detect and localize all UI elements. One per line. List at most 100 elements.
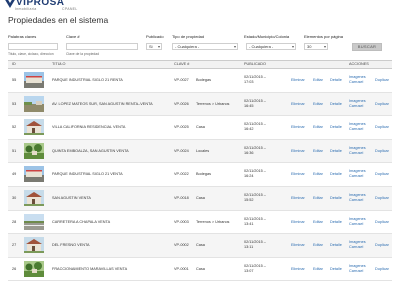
delete-link[interactable]: Eliminar (291, 149, 305, 153)
tipo-select[interactable]: - Cualquiera - ▾ (172, 43, 238, 50)
edit-link[interactable]: Editar (313, 125, 323, 129)
edit-link[interactable]: Editar (313, 220, 323, 224)
property-thumbnail[interactable] (24, 166, 44, 183)
edit-link[interactable]: Editar (313, 149, 323, 153)
images-link[interactable]: Imagenes (349, 75, 366, 79)
tipo-value: - Cualquiera - (175, 44, 200, 49)
duplicate-link[interactable]: Duplicar (375, 149, 389, 153)
row-title[interactable]: DEL FRESNO VENTA (52, 243, 90, 247)
row-title[interactable]: AV. LOPEZ MATEOS SUR, SAN AGUSTIN RENTA–… (52, 102, 153, 106)
edit-link[interactable]: Editar (313, 243, 323, 247)
duplicate-link[interactable]: Duplicar (375, 220, 389, 224)
row-title[interactable]: PARQUE INDUSTRIAL SIGLO 21 RENTA (52, 78, 123, 82)
row-clave: VP-0025 (174, 125, 189, 130)
row-title[interactable]: CARRETERA A CHAPALA VENTA (52, 220, 110, 224)
row-id: 52 (12, 125, 17, 130)
carousel-link[interactable]: Carrusel (349, 151, 363, 155)
search-button[interactable]: BUSCAR (352, 43, 382, 51)
edit-link[interactable]: Editar (313, 196, 323, 200)
row-title[interactable]: PARQUE INDUSTRIAL SIGLO 21 VENTA (52, 172, 123, 176)
table-row: 27 DEL FRESNO VENTA VP-0002 Casa 02/11/2015 … (8, 234, 392, 258)
property-thumbnail[interactable] (24, 95, 44, 112)
carousel-link[interactable]: Carrusel (349, 127, 363, 131)
delete-link[interactable]: Eliminar (291, 125, 305, 129)
carousel-link[interactable]: Carrusel (349, 80, 363, 84)
duplicate-link[interactable]: Duplicar (375, 102, 389, 106)
images-link[interactable]: Imagenes (349, 264, 366, 268)
carousel-link[interactable]: Carrusel (349, 104, 363, 108)
row-id: 30 (12, 195, 17, 200)
table-row: 26 FRACCIONAMIENTO MARAVILLAS VENTA VP-000… (8, 258, 392, 282)
duplicate-link[interactable]: Duplicar (375, 78, 389, 82)
edit-link[interactable]: Editar (313, 78, 323, 82)
delete-link[interactable]: Eliminar (291, 196, 305, 200)
column-header-id[interactable]: ID (12, 61, 16, 67)
row-id: 28 (12, 219, 17, 224)
detail-link[interactable]: Detalle (330, 78, 342, 82)
row-date: 02/11/2015 – (244, 240, 266, 245)
images-link[interactable]: Imagenes (349, 240, 366, 244)
carousel-link[interactable]: Carrusel (349, 198, 363, 202)
column-header-clave[interactable]: CLAVE # (174, 61, 189, 67)
delete-link[interactable]: Eliminar (291, 172, 305, 176)
property-thumbnail[interactable] (24, 72, 44, 88)
images-link[interactable]: Imagenes (349, 122, 366, 126)
edit-link[interactable]: Editar (313, 102, 323, 106)
delete-link[interactable]: Eliminar (291, 220, 305, 224)
images-link[interactable]: Imagenes (349, 146, 366, 150)
detail-link[interactable]: Detalle (330, 220, 342, 224)
delete-link[interactable]: Eliminar (291, 267, 305, 271)
delete-link[interactable]: Eliminar (291, 243, 305, 247)
property-thumbnail[interactable] (24, 142, 44, 159)
duplicate-link[interactable]: Duplicar (375, 172, 389, 176)
row-title[interactable]: VILLA CALIFORNIA RESIDENCIAL VENTA (52, 125, 125, 129)
property-thumbnail[interactable] (24, 119, 44, 136)
row-title[interactable]: QUINTA EMBOALZA, SAN AGUSTIN VENTA (52, 149, 129, 153)
publicado-value: Si (149, 44, 153, 49)
elementos-select[interactable]: 30 ▾ (304, 43, 328, 50)
duplicate-link[interactable]: Duplicar (375, 125, 389, 129)
row-type: Terrenos > Urbanos (196, 101, 230, 106)
property-thumbnail[interactable] (24, 260, 44, 277)
detail-link[interactable]: Detalle (330, 125, 342, 129)
publicado-label: Publicado (146, 34, 164, 39)
images-link[interactable]: Imagenes (349, 99, 366, 103)
table-row: 51 QUINTA EMBOALZA, SAN AGUSTIN VENTA VP-0… (8, 139, 392, 164)
row-title[interactable]: SAN AGUSTIN VENTA (52, 196, 91, 200)
property-thumbnail[interactable] (24, 189, 44, 206)
keywords-input[interactable] (8, 43, 58, 50)
duplicate-link[interactable]: Duplicar (375, 243, 389, 247)
carousel-link[interactable]: Carrusel (349, 269, 363, 273)
detail-link[interactable]: Detalle (330, 149, 342, 153)
delete-link[interactable]: Eliminar (291, 102, 305, 106)
images-link[interactable]: Imagenes (349, 193, 366, 197)
detail-link[interactable]: Detalle (330, 196, 342, 200)
images-link[interactable]: Imagenes (349, 169, 366, 173)
row-clave: VP-0002 (174, 243, 189, 248)
duplicate-link[interactable]: Duplicar (375, 267, 389, 271)
row-title[interactable]: FRACCIONAMIENTO MARAVILLAS VENTA (52, 267, 127, 271)
column-header-publicado[interactable]: PUBLICADO (244, 61, 266, 67)
carousel-link[interactable]: Carrusel (349, 245, 363, 249)
column-header-title[interactable]: TITULO (52, 61, 66, 67)
detail-link[interactable]: Detalle (330, 102, 342, 106)
property-thumbnail[interactable] (24, 237, 44, 254)
duplicate-link[interactable]: Duplicar (375, 196, 389, 200)
row-date: 02/11/2015 – (244, 145, 266, 150)
property-thumbnail[interactable] (24, 213, 44, 230)
delete-link[interactable]: Eliminar (291, 78, 305, 82)
estado-value: - Cualquiera - (249, 44, 274, 49)
publicado-select[interactable]: Si ▾ (146, 43, 162, 50)
detail-link[interactable]: Detalle (330, 243, 342, 247)
images-link[interactable]: Imagenes (349, 217, 366, 221)
estado-select[interactable]: - Cualquiera - ▾ (246, 43, 296, 50)
detail-link[interactable]: Detalle (330, 172, 342, 176)
carousel-link[interactable]: Carrusel (349, 174, 363, 178)
row-clave: VP-0001 (174, 266, 189, 271)
edit-link[interactable]: Editar (313, 172, 323, 176)
carousel-link[interactable]: Carrusel (349, 222, 363, 226)
filter-bar: Palabras claves Titulo, clave, ciclazo, … (0, 34, 400, 56)
detail-link[interactable]: Detalle (330, 267, 342, 271)
edit-link[interactable]: Editar (313, 267, 323, 271)
clave-input[interactable] (66, 43, 138, 50)
